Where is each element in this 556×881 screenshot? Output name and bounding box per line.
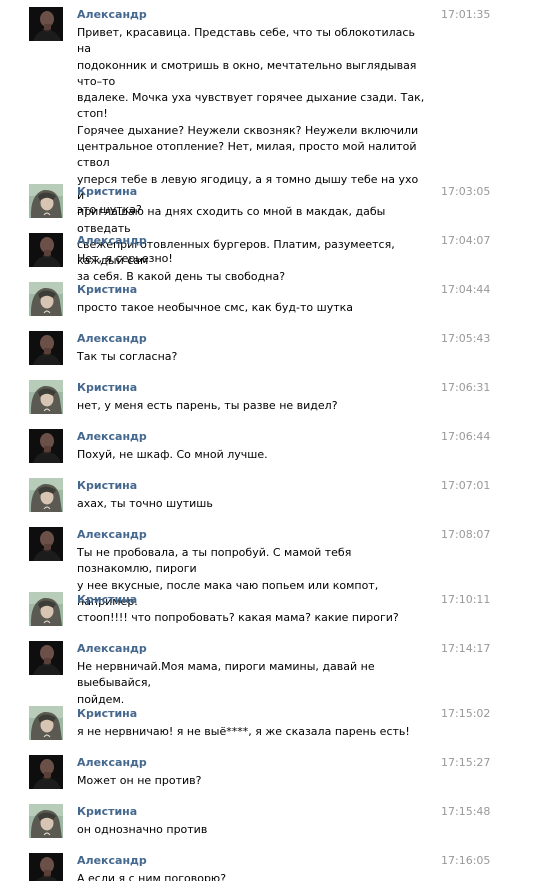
avatar-alexander[interactable]	[29, 853, 63, 881]
avatar-kristina[interactable]	[29, 380, 63, 414]
message-author[interactable]: Кристина	[77, 707, 137, 720]
avatar-kristina[interactable]	[29, 706, 63, 740]
message-text: я не нервничаю! я не выё****, я же сказа…	[77, 725, 410, 738]
message-author[interactable]: Александр	[77, 332, 147, 345]
message-text: Не нервничай.Моя мама, пироги мамины, да…	[77, 660, 375, 706]
message-text: ахах, ты точно шутишь	[77, 497, 213, 510]
avatar-alexander[interactable]	[29, 7, 63, 41]
message-author[interactable]: Александр	[77, 642, 147, 655]
message-time[interactable]: 17:07:01	[441, 479, 490, 492]
message-time[interactable]: 17:15:02	[441, 707, 490, 720]
message-time[interactable]: 17:06:44	[441, 430, 490, 443]
message-time[interactable]: 17:04:44	[441, 283, 490, 296]
avatar-kristina[interactable]	[29, 478, 63, 512]
message-text: стооп!!!! что попробовать? какая мама? к…	[77, 611, 399, 624]
message-time[interactable]: 17:16:05	[441, 854, 490, 867]
message-time[interactable]: 17:15:48	[441, 805, 490, 818]
message-time[interactable]: 17:14:17	[441, 642, 490, 655]
avatar-alexander[interactable]	[29, 331, 63, 365]
message-text: Нет, я серьезно!	[77, 252, 173, 265]
message-text: Так ты согласна?	[77, 350, 178, 363]
message-time[interactable]: 17:03:05	[441, 185, 490, 198]
message-text: Может он не против?	[77, 774, 202, 787]
message-text: А если я с ним поговорю?	[77, 872, 227, 881]
avatar-kristina[interactable]	[29, 592, 63, 626]
message-author[interactable]: Александр	[77, 528, 147, 541]
message-author[interactable]: Александр	[77, 430, 147, 443]
message-author[interactable]: Александр	[77, 854, 147, 867]
message-time[interactable]: 17:15:27	[441, 756, 490, 769]
message-time[interactable]: 17:10:11	[441, 593, 490, 606]
message-text: это шутка?	[77, 203, 142, 216]
message-author[interactable]: Кристина	[77, 593, 137, 606]
message-author[interactable]: Кристина	[77, 283, 137, 296]
message-time[interactable]: 17:06:31	[441, 381, 490, 394]
message-time[interactable]: 17:04:07	[441, 234, 490, 247]
message-author[interactable]: Александр	[77, 234, 147, 247]
avatar-alexander[interactable]	[29, 755, 63, 789]
avatar-alexander[interactable]	[29, 641, 63, 675]
avatar-kristina[interactable]	[29, 804, 63, 838]
message-time[interactable]: 17:01:35	[441, 8, 490, 21]
message-text: Похуй, не шкаф. Со мной лучше.	[77, 448, 268, 461]
message-time[interactable]: 17:08:07	[441, 528, 490, 541]
message-text: нет, у меня есть парень, ты разве не вид…	[77, 399, 338, 412]
avatar-alexander[interactable]	[29, 233, 63, 267]
avatar-kristina[interactable]	[29, 184, 63, 218]
message-time[interactable]: 17:05:43	[441, 332, 490, 345]
message-history: Александр 17:01:35 Привет, красавица. Пр…	[0, 0, 556, 881]
avatar-alexander[interactable]	[29, 429, 63, 463]
avatar-kristina[interactable]	[29, 282, 63, 316]
message-text: просто такое необычное смс, как буд-то ш…	[77, 301, 353, 314]
message-author[interactable]: Александр	[77, 756, 147, 769]
avatar-alexander[interactable]	[29, 527, 63, 561]
message-author[interactable]: Александр	[77, 8, 147, 21]
message-author[interactable]: Кристина	[77, 381, 137, 394]
message-author[interactable]: Кристина	[77, 185, 137, 198]
message-author[interactable]: Кристина	[77, 479, 137, 492]
message-text: он однозначно против	[77, 823, 208, 836]
message-author[interactable]: Кристина	[77, 805, 137, 818]
